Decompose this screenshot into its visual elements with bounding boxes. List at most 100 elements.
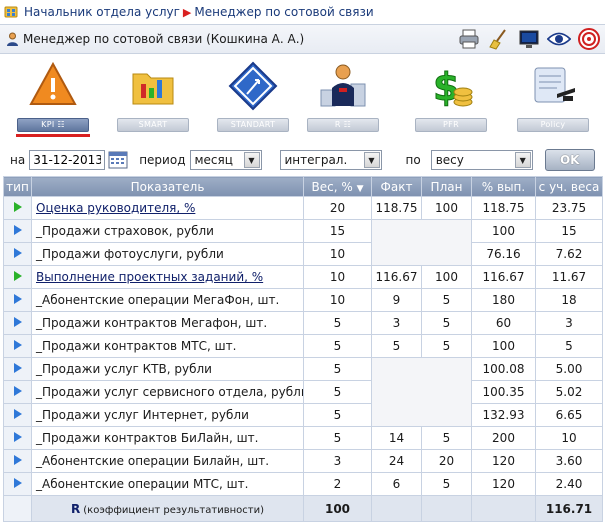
folder-grid-icon: [4, 6, 18, 18]
nav-item-standart[interactable]: STANDART: [214, 56, 292, 138]
expand-arrow-icon[interactable]: [13, 478, 22, 488]
percent-cell: 76.16: [471, 242, 536, 266]
column-header-weight-label: Вес, %: [311, 179, 353, 194]
row-type-cell: [3, 380, 32, 404]
weight-cell: 5: [303, 311, 372, 335]
period-label: период: [139, 153, 186, 167]
warning-icon: [29, 61, 77, 105]
weight-cell: 15: [303, 219, 372, 243]
expand-arrow-green-icon[interactable]: [13, 271, 22, 281]
weighted-cell: 3.60: [535, 449, 603, 473]
column-header-plan[interactable]: План: [421, 176, 472, 197]
column-header-percent[interactable]: % вып.: [471, 176, 536, 197]
table-row[interactable]: _Продажи услуг сервисного отдела, рубли 5…: [3, 380, 603, 404]
nav-label-r: R ☷: [307, 118, 379, 132]
weighted-cell: 2.40: [535, 472, 603, 496]
goal-sign-icon: [228, 61, 278, 111]
expand-arrow-icon[interactable]: [13, 409, 22, 419]
percent-cell: 100.35: [471, 380, 536, 404]
column-header-weight[interactable]: Вес, % ▼: [303, 176, 372, 197]
column-header-type[interactable]: тип: [3, 176, 32, 197]
breadcrumb-root[interactable]: Начальник отдела услуг: [24, 5, 180, 19]
fact-plan-empty-cell: [371, 357, 472, 427]
indicator-name: _Абонентские операции МТС, шт.: [31, 472, 304, 496]
column-header-weighted[interactable]: с уч. веса: [535, 176, 603, 197]
plan-cell: 5: [421, 288, 472, 312]
weight-cell: 3: [303, 449, 372, 473]
table-row[interactable]: _Продажи фотоуслуги, рубли 10 76.16 7.62: [3, 242, 603, 266]
plan-cell: 100: [421, 265, 472, 289]
nav-item-kpi[interactable]: KPI ☷: [14, 56, 92, 138]
expand-arrow-icon[interactable]: [13, 317, 22, 327]
page-title: Менеджер по сотовой связи (Кошкина А. А.…: [23, 32, 305, 46]
monitor-icon[interactable]: [517, 28, 541, 50]
target-icon[interactable]: [577, 28, 601, 50]
weighted-cell: 5.00: [535, 357, 603, 381]
nav-item-smart[interactable]: SMART: [114, 56, 192, 138]
expand-arrow-icon[interactable]: [13, 294, 22, 304]
column-header-indicator[interactable]: Показатель: [31, 176, 304, 197]
broom-icon[interactable]: [487, 28, 511, 50]
nav-item-policy[interactable]: Policy: [514, 56, 592, 138]
table-row[interactable]: _Продажи услуг КТВ, рубли 5 100.08 5.00: [3, 357, 603, 427]
indicator-name[interactable]: Выполнение проектных заданий, %: [31, 265, 304, 289]
weighted-cell: 3: [535, 311, 603, 335]
table-row[interactable]: _Абонентские операции МТС, шт. 2 6 5 120 2.40: [3, 472, 603, 496]
indicator-name: _Абонентские операции МегаФон, шт.: [31, 288, 304, 312]
indicator-name[interactable]: Оценка руководителя, %: [31, 196, 304, 220]
indicator-name: _Продажи услуг Интернет, рубли: [31, 403, 304, 427]
table-row[interactable]: _Продажи услуг Интернет, рубли 5 132.93 6.6…: [3, 403, 603, 427]
expand-arrow-icon[interactable]: [13, 386, 22, 396]
percent-cell: 100.08: [471, 357, 536, 381]
percent-cell: 120: [471, 449, 536, 473]
expand-arrow-green-icon[interactable]: [13, 202, 22, 212]
table-row[interactable]: _Абонентские операции Билайн, шт. 3 24 20 12…: [3, 449, 603, 473]
chevron-down-icon: ▼: [363, 152, 380, 168]
table-row[interactable]: Выполнение проектных заданий, % 10 116.67 1…: [3, 265, 603, 289]
printer-icon[interactable]: [457, 28, 481, 50]
column-header-fact[interactable]: Факт: [371, 176, 422, 197]
plan-cell: 100: [421, 196, 472, 220]
by-select[interactable]: весу ▼: [430, 150, 533, 170]
by-label: по: [405, 153, 421, 167]
row-type-cell: [3, 196, 32, 220]
period-select[interactable]: месяц ▼: [189, 150, 262, 170]
expand-arrow-icon[interactable]: [13, 248, 22, 258]
eye-icon[interactable]: [547, 28, 571, 50]
fact-cell: 5: [371, 334, 422, 358]
ok-button[interactable]: OK: [544, 149, 595, 171]
total-label: R (коэффициент результативности): [31, 495, 304, 522]
table-row[interactable]: _Продажи страховок, рубли 15 100 15: [3, 219, 603, 266]
table-row[interactable]: Оценка руководителя, % 20 118.75 100 118.75 2…: [3, 196, 603, 220]
mode-select[interactable]: интеграл. ▼: [279, 150, 382, 170]
nav-item-rating[interactable]: R ☷: [304, 56, 382, 138]
table-row[interactable]: _Абонентские операции МегаФон, шт. 10 9 5 18…: [3, 288, 603, 312]
plan-cell: 5: [421, 426, 472, 450]
date-input[interactable]: [29, 150, 106, 170]
percent-cell: 116.67: [471, 265, 536, 289]
weight-cell: 5: [303, 426, 372, 450]
row-type-cell: [3, 288, 32, 312]
chevron-down-icon: ▼: [243, 152, 260, 168]
percent-cell: 118.75: [471, 196, 536, 220]
expand-arrow-icon[interactable]: [13, 363, 22, 373]
breadcrumb: Начальник отдела услуг ▶ Менеджер по сот…: [0, 0, 605, 24]
total-r-description: (коэффициент результативности): [83, 504, 264, 516]
expand-arrow-icon[interactable]: [13, 455, 22, 465]
nav-item-pfr[interactable]: $ PFR: [412, 56, 490, 138]
indicator-name: _Продажи фотоуслуги, рубли: [31, 242, 304, 266]
filter-bar: на период месяц ▼ интеграл. ▼ по весу ▼ …: [0, 148, 605, 172]
table-row[interactable]: _Продажи контрактов Мегафон, шт. 5 3 5 60 3: [3, 311, 603, 335]
expand-arrow-icon[interactable]: [13, 432, 22, 442]
dollar-coins-icon: $: [433, 65, 473, 110]
expand-arrow-icon[interactable]: [13, 225, 22, 235]
weight-cell: 5: [303, 334, 372, 358]
mode-select-value: интеграл.: [284, 153, 348, 167]
calendar-icon[interactable]: [107, 150, 129, 170]
expand-arrow-icon[interactable]: [13, 340, 22, 350]
row-type-cell: [3, 242, 32, 266]
plan-cell: 20: [421, 449, 472, 473]
table-row[interactable]: _Продажи контрактов БиЛайн, шт. 5 14 5 200 10: [3, 426, 603, 450]
nav-label-policy: Policy: [517, 118, 589, 132]
table-row[interactable]: _Продажи контрактов МТС, шт. 5 5 5 100 5: [3, 334, 603, 358]
